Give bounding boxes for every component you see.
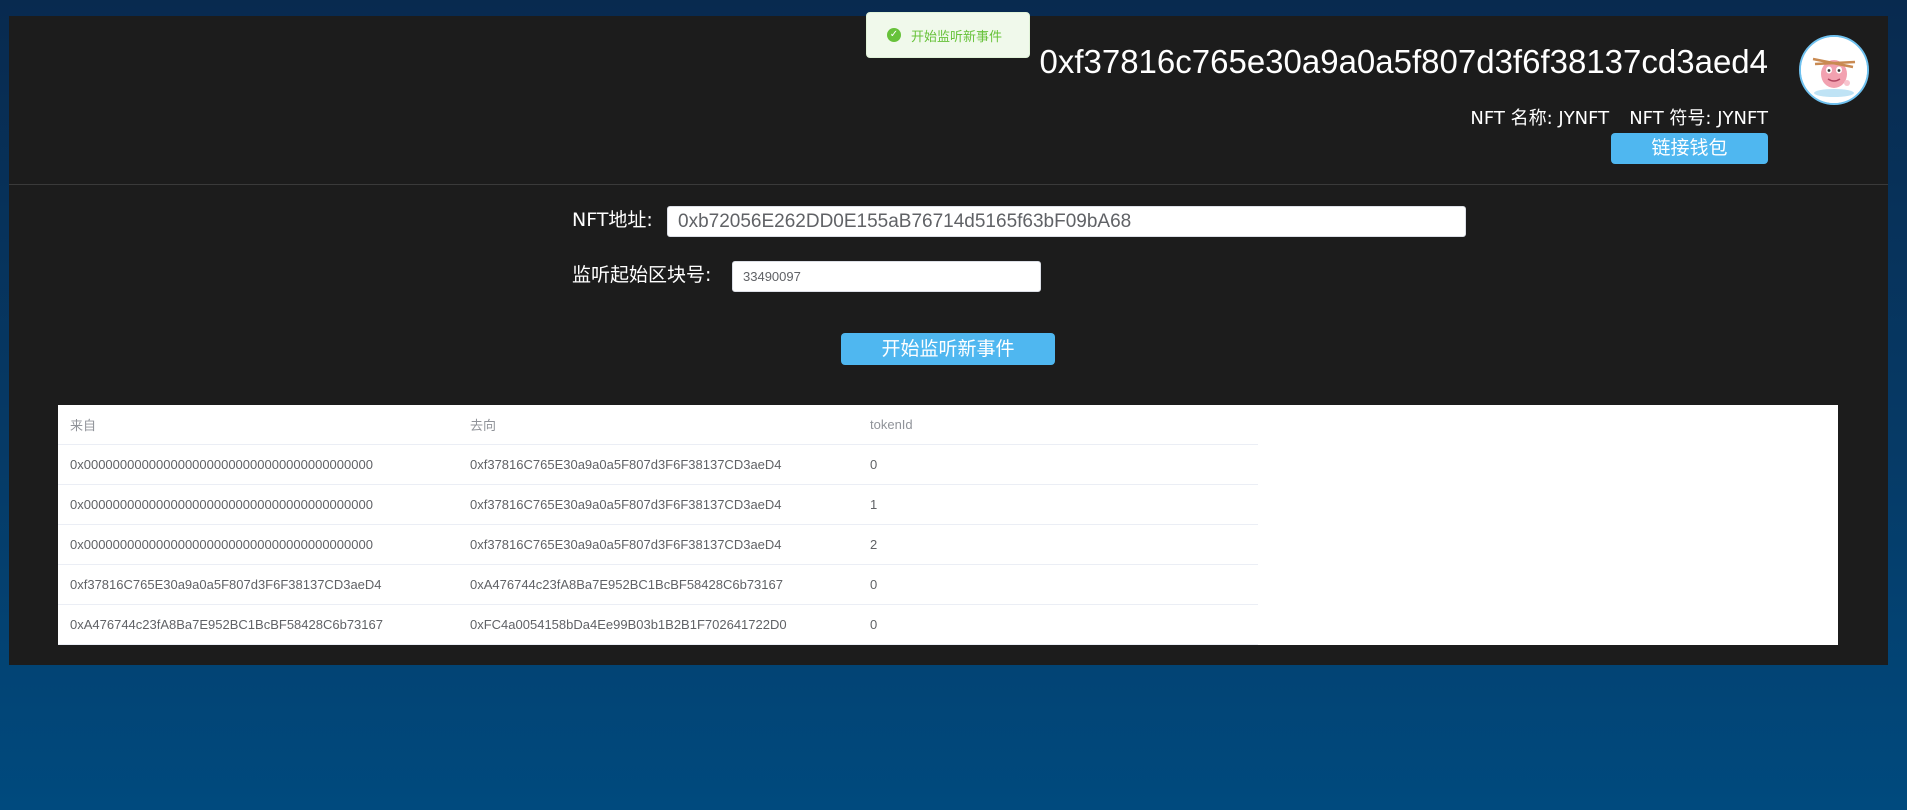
nft-name: NFT 名称: JYNFT bbox=[1470, 108, 1610, 129]
cell-tokenid: 0 bbox=[858, 444, 1258, 485]
nft-symbol: NFT 符号: JYNFT bbox=[1629, 108, 1768, 129]
column-header-tokenid: tokenId bbox=[858, 405, 1258, 445]
column-header-from: 来自 bbox=[58, 405, 458, 445]
table-row: 0xf37816C765E30a9a0a5F807d3F6F38137CD3ae… bbox=[58, 564, 1258, 605]
cell-tokenid: 0 bbox=[858, 604, 1258, 645]
start-block-input[interactable] bbox=[732, 261, 1041, 292]
account-address: 0xf37816c765e30a9a0a5f807d3f6f38137cd3ae… bbox=[1039, 43, 1768, 80]
events-table: 来自 去向 tokenId 0x000000000000000000000000… bbox=[58, 405, 1258, 645]
nft-address-input[interactable] bbox=[667, 206, 1466, 237]
start-listening-button[interactable]: 开始监听新事件 bbox=[841, 333, 1055, 365]
table-row: 0x00000000000000000000000000000000000000… bbox=[58, 524, 1258, 565]
table-row: 0x00000000000000000000000000000000000000… bbox=[58, 444, 1258, 485]
table-row: 0x00000000000000000000000000000000000000… bbox=[58, 484, 1258, 525]
main-panel: 0xf37816c765e30a9a0a5f807d3f6f38137cd3ae… bbox=[9, 16, 1888, 665]
cell-to: 0xA476744c23fA8Ba7E952BC1BcBF58428C6b731… bbox=[458, 564, 858, 605]
cell-to: 0xf37816C765E30a9a0a5F807d3F6F38137CD3ae… bbox=[458, 444, 858, 485]
nft-info: NFT 名称: JYNFT NFT 符号: JYNFT bbox=[1470, 107, 1768, 131]
check-circle-icon: ✓ bbox=[887, 28, 901, 42]
cell-from: 0x00000000000000000000000000000000000000… bbox=[58, 484, 458, 525]
cell-from: 0x00000000000000000000000000000000000000… bbox=[58, 524, 458, 565]
cell-from: 0x00000000000000000000000000000000000000… bbox=[58, 444, 458, 485]
cell-from: 0xf37816C765E30a9a0a5F807d3F6F38137CD3ae… bbox=[58, 564, 458, 605]
start-block-label: 监听起始区块号: bbox=[572, 264, 712, 286]
header-divider bbox=[9, 184, 1888, 185]
cell-to: 0xFC4a0054158bDa4Ee99B03b1B2B1F702641722… bbox=[458, 604, 858, 645]
cell-to: 0xf37816C765E30a9a0a5F807d3F6F38137CD3ae… bbox=[458, 524, 858, 565]
user-avatar[interactable] bbox=[1799, 35, 1869, 105]
cell-tokenid: 2 bbox=[858, 524, 1258, 565]
connect-wallet-button[interactable]: 链接钱包 bbox=[1611, 133, 1768, 164]
events-table-container: 来自 去向 tokenId 0x000000000000000000000000… bbox=[58, 405, 1838, 645]
success-toast: ✓ 开始监听新事件 bbox=[866, 12, 1030, 58]
nft-address-label: NFT地址: bbox=[572, 209, 653, 231]
toast-message: 开始监听新事件 bbox=[911, 29, 1003, 45]
table-row: 0xA476744c23fA8Ba7E952BC1BcBF58428C6b731… bbox=[58, 604, 1258, 645]
cell-to: 0xf37816C765E30a9a0a5F807d3F6F38137CD3ae… bbox=[458, 484, 858, 525]
cell-tokenid: 0 bbox=[858, 564, 1258, 605]
column-header-to: 去向 bbox=[458, 405, 858, 445]
cell-from: 0xA476744c23fA8Ba7E952BC1BcBF58428C6b731… bbox=[58, 604, 458, 645]
cell-tokenid: 1 bbox=[858, 484, 1258, 525]
avatar-illustration bbox=[1801, 37, 1867, 103]
table-header-row: 来自 去向 tokenId bbox=[58, 405, 1258, 445]
